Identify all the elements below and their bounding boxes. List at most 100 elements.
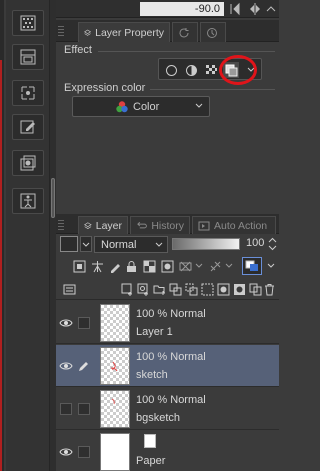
chevron-down-icon: [195, 103, 203, 108]
layer-lock-checkbox[interactable]: [78, 403, 90, 415]
layer-mode: 100 % Normal: [136, 394, 206, 406]
top-toolbar: -90.0: [56, 0, 279, 18]
draft-layer-icon[interactable]: [108, 259, 122, 273]
lock-icon[interactable]: [124, 259, 138, 273]
tab-layer-property[interactable]: Layer Property: [78, 22, 170, 42]
lock-transparent-icon[interactable]: [142, 259, 156, 273]
clip-icon[interactable]: [72, 259, 86, 273]
layer-name: bgsketch: [136, 412, 181, 424]
new-folder-icon[interactable]: [152, 282, 166, 296]
history-icon: [137, 221, 147, 228]
layer-lock-checkbox[interactable]: [78, 446, 90, 458]
hidden-eye-box[interactable]: [58, 401, 74, 417]
layer-lock-row: [56, 256, 279, 276]
merge-visible-icon[interactable]: [200, 282, 214, 296]
tone-effect-icon[interactable]: [203, 62, 219, 78]
swatch-dropdown[interactable]: [80, 236, 92, 252]
chevron-down-icon[interactable]: [222, 259, 236, 273]
scroll-up-icon[interactable]: [264, 2, 278, 16]
material-icon[interactable]: [12, 150, 44, 176]
canvas-edge: [0, 0, 4, 471]
new-vector-layer-icon[interactable]: [136, 282, 150, 296]
opacity-stepper[interactable]: [268, 236, 277, 252]
chevron-down-icon[interactable]: [192, 259, 206, 273]
pencil-icon[interactable]: [78, 360, 90, 372]
tab-history[interactable]: History: [130, 216, 190, 234]
apply-mask-icon[interactable]: [232, 282, 246, 296]
layer-thumbnail: [100, 390, 130, 428]
expression-color-select[interactable]: Color: [72, 96, 210, 117]
layer-list: 100 % Normal Layer 1 100 % Normal sketch…: [56, 302, 279, 471]
panel-menu-icon[interactable]: [62, 282, 76, 296]
copy-layer-icon[interactable]: [248, 282, 262, 296]
color-circles-icon: [116, 101, 128, 113]
opacity-value[interactable]: 100: [246, 237, 264, 249]
navigator-icon: [207, 27, 217, 38]
tone-icon[interactable]: [12, 10, 44, 36]
tab-label: Auto Action: [214, 219, 268, 232]
divider: [150, 89, 275, 90]
blend-mode-value: Normal: [101, 238, 137, 251]
combine-to-lower-icon[interactable]: [184, 282, 198, 296]
flip-icon[interactable]: [248, 2, 262, 16]
border-effect-icon[interactable]: [163, 62, 179, 78]
transfer-to-lower-icon[interactable]: [168, 282, 182, 296]
eye-icon[interactable]: [58, 358, 74, 374]
layout-icon[interactable]: [12, 44, 44, 70]
chevron-down-icon[interactable]: [264, 259, 278, 273]
blend-mode-select[interactable]: Normal: [94, 236, 168, 253]
layer-thumbnail: [100, 347, 130, 385]
layer-color-swatch[interactable]: [60, 236, 78, 252]
tab-label: History: [151, 219, 184, 232]
layer-name: sketch: [136, 369, 168, 381]
expression-color-label: Expression color: [64, 82, 146, 94]
mask-icon[interactable]: [216, 282, 230, 296]
new-raster-layer-icon[interactable]: [120, 282, 134, 296]
layer-row[interactable]: 100 % Normal bgsketch: [56, 388, 279, 430]
layer-mode: 100 % Normal: [136, 308, 206, 320]
tool-strip: [6, 0, 50, 471]
layer-mode: 100 % Normal: [136, 351, 206, 363]
mask-enable-icon[interactable]: [160, 259, 174, 273]
blend-opacity-row: Normal 100: [56, 234, 279, 254]
tab-label: Layer Property: [95, 26, 164, 39]
layer-row[interactable]: 100 % Normal sketch: [56, 345, 279, 387]
layer-thumbnail: [100, 433, 130, 471]
opacity-slider[interactable]: [172, 238, 240, 250]
rotation-value[interactable]: -90.0: [140, 2, 224, 16]
layer-name: Layer 1: [136, 326, 173, 338]
ruler-disable-icon[interactable]: [178, 259, 192, 273]
edit-icon[interactable]: [12, 114, 44, 140]
reference-layer-icon[interactable]: [90, 259, 104, 273]
step-icon[interactable]: [228, 2, 242, 16]
extract-line-icon[interactable]: [183, 62, 199, 78]
layers-icon: [84, 221, 92, 229]
paper-icon: [144, 434, 156, 448]
layer-lock-checkbox[interactable]: [78, 317, 90, 329]
tab-auto-action[interactable]: Auto Action: [192, 216, 276, 234]
eye-icon[interactable]: [58, 315, 74, 331]
layer-thumbnail: [100, 304, 130, 342]
pose-icon[interactable]: [12, 188, 44, 214]
layer-name: Paper: [136, 455, 166, 467]
tab-label: Layer: [95, 219, 122, 232]
auto-action-icon: [198, 221, 210, 230]
rotate-icon: [179, 27, 189, 37]
effect-label: Effect: [64, 44, 92, 56]
tab-layer[interactable]: Layer: [78, 216, 128, 234]
tab-navigator[interactable]: [200, 22, 226, 42]
eye-icon[interactable]: [58, 444, 74, 460]
layer-row[interactable]: 100 % Normal Layer 1: [56, 302, 279, 344]
chevron-down-icon: [82, 242, 90, 247]
chevron-down-icon: [155, 242, 163, 247]
bgsketch-thumbnail-icon: [111, 398, 115, 405]
trash-icon[interactable]: [262, 282, 276, 296]
tab-history-rotate[interactable]: [172, 22, 198, 42]
sketch-thumbnail-icon: [110, 361, 118, 372]
ruler-link-icon[interactable]: [208, 259, 222, 273]
transform-icon[interactable]: [12, 80, 44, 106]
layer-row[interactable]: Paper: [56, 431, 279, 471]
layer-color-toggle-icon[interactable]: [242, 257, 262, 275]
divider: [98, 51, 275, 52]
layer-tabbar: Layer History Auto Action: [56, 214, 279, 234]
